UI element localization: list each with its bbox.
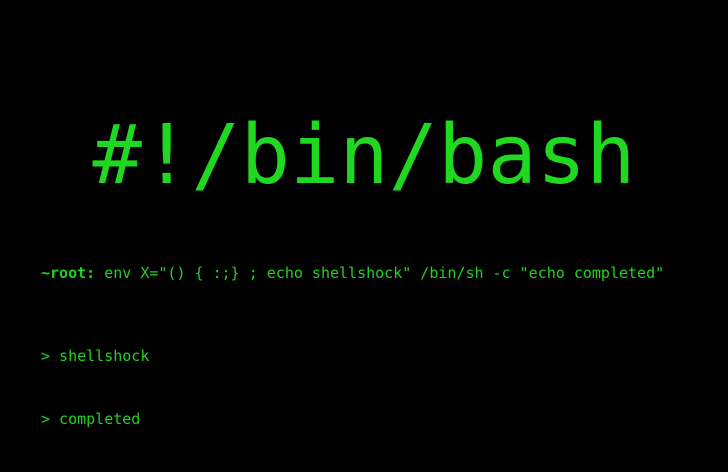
root-prompt: ~root: — [41, 264, 96, 282]
shebang-heading: #!/bin/bash — [92, 108, 636, 203]
command-text: env X="() { :;} ; echo shellshock" /bin/… — [95, 264, 665, 282]
output-line-shellshock: > shellshock — [41, 347, 150, 365]
command-line: ~root: env X="() { :;} ; echo shellshock… — [41, 263, 664, 283]
output-line-completed: > completed — [41, 410, 141, 428]
terminal-screen: #!/bin/bash ~root: env X="() { :;} ; ech… — [0, 0, 728, 450]
command-output: > shellshock > completed — [41, 304, 149, 472]
